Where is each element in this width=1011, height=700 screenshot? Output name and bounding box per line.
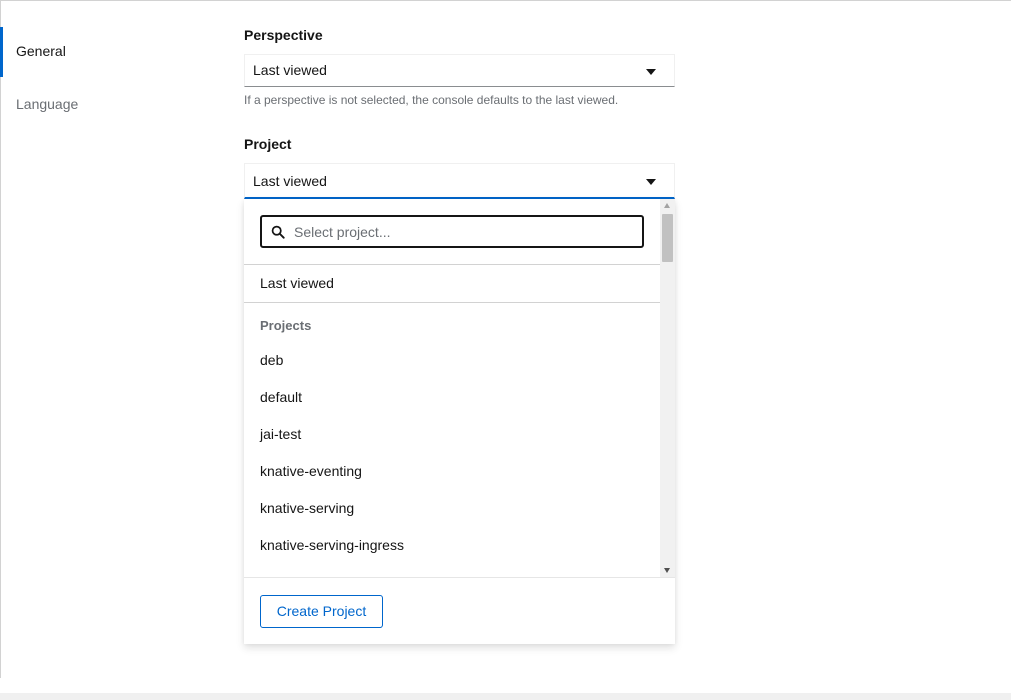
user-preferences-page: General Language Perspective Last viewed…	[0, 0, 1011, 700]
project-search-input[interactable]	[294, 217, 634, 246]
project-select-value: Last viewed	[253, 173, 327, 189]
perspective-select-value: Last viewed	[253, 62, 327, 78]
tab-language[interactable]: Language	[0, 79, 200, 129]
project-item-knative-serving[interactable]: knative-serving	[244, 490, 660, 527]
project-item-deb[interactable]: deb	[244, 342, 660, 379]
project-select[interactable]: Last viewed	[244, 163, 675, 199]
project-item-knative-serving-ingress[interactable]: knative-serving-ingress	[244, 527, 660, 564]
perspective-label: Perspective	[244, 27, 323, 43]
create-project-button[interactable]: Create Project	[260, 595, 383, 628]
top-border	[0, 0, 1011, 1]
bottom-strip	[0, 693, 1011, 700]
menu-footer: Create Project	[244, 577, 675, 644]
project-item-jai-test[interactable]: jai-test	[244, 416, 660, 453]
project-menu-list: Last viewed Projects deb default jai-tes…	[244, 199, 660, 577]
menu-divider	[244, 302, 660, 303]
menu-item-last-viewed[interactable]: Last viewed	[244, 265, 660, 302]
project-item-default[interactable]: default	[244, 379, 660, 416]
project-label: Project	[244, 136, 292, 152]
caret-down-icon	[646, 178, 656, 185]
project-dropdown-menu: Last viewed Projects deb default jai-tes…	[244, 199, 675, 644]
caret-down-icon	[646, 68, 656, 75]
scroll-down-arrow-icon[interactable]	[664, 568, 670, 573]
project-item-knative-eventing[interactable]: knative-eventing	[244, 453, 660, 490]
project-search-box[interactable]	[260, 215, 644, 248]
perspective-helper-text: If a perspective is not selected, the co…	[244, 93, 619, 107]
project-item-partial[interactable]: kube-node-lease	[244, 564, 660, 577]
menu-scrollbar[interactable]	[660, 199, 675, 577]
tab-general[interactable]: General	[0, 26, 200, 76]
projects-group-title: Projects	[260, 318, 312, 333]
scrollbar-thumb[interactable]	[662, 214, 673, 262]
search-icon	[271, 225, 285, 239]
scroll-up-arrow-icon[interactable]	[664, 203, 670, 208]
perspective-select[interactable]: Last viewed	[244, 54, 675, 87]
